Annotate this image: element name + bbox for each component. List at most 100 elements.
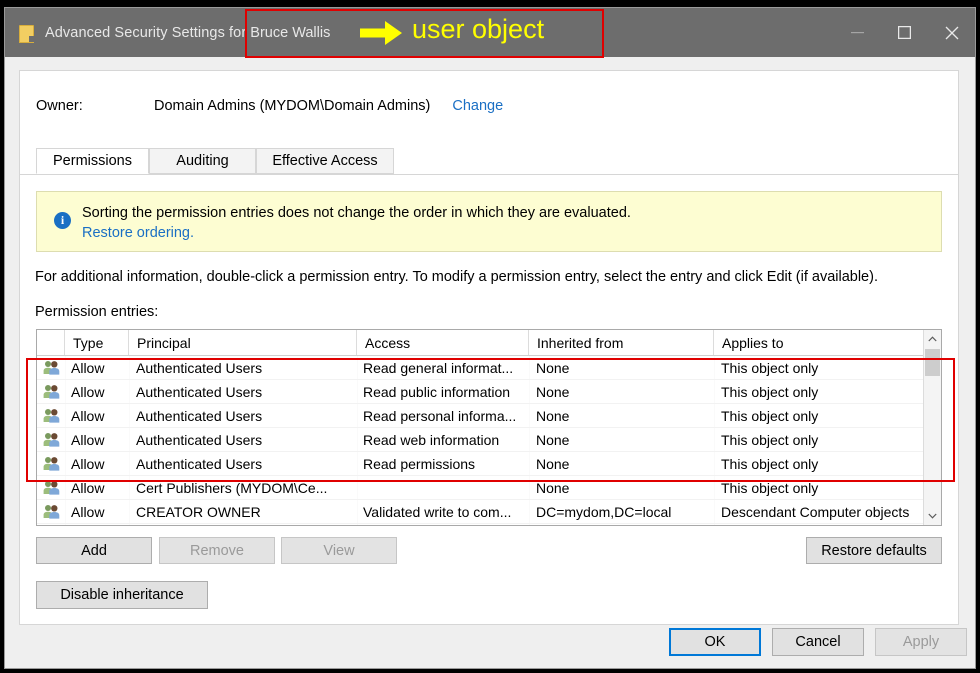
info-bar: i Sorting the permission entries does no… <box>36 191 942 252</box>
cell-principal: Authenticated Users <box>136 383 263 400</box>
window-title: Advanced Security Settings for <box>45 24 247 41</box>
content-panel: Owner: Domain Admins (MYDOM\Domain Admin… <box>19 70 959 625</box>
cell-inherited-from: None <box>536 407 570 424</box>
owner-label: Owner: <box>36 98 83 114</box>
disable-inheritance-button[interactable]: Disable inheritance <box>36 581 208 609</box>
window-controls <box>834 8 975 57</box>
tab-underline <box>20 174 958 175</box>
users-group-icon <box>43 385 60 399</box>
table-row[interactable]: Allow Authenticated Users Read public in… <box>37 380 923 404</box>
apply-button: Apply <box>875 628 967 656</box>
cell-inherited-from: None <box>536 431 570 448</box>
cell-inherited-from: None <box>536 455 570 472</box>
owner-change-link[interactable]: Change <box>452 98 503 114</box>
folder-icon <box>19 24 35 43</box>
view-button: View <box>281 537 397 564</box>
users-group-icon <box>43 505 60 519</box>
table-row[interactable]: Allow Authenticated Users Read personal … <box>37 404 923 428</box>
cell-inherited-from: None <box>536 479 570 496</box>
table-row[interactable]: Allow CREATOR OWNER Validated write to c… <box>37 500 923 524</box>
dialog-client-area: Owner: Domain Admins (MYDOM\Domain Admin… <box>5 57 975 668</box>
column-header-principal[interactable]: Principal <box>129 330 357 355</box>
cell-type: Allow <box>71 407 105 424</box>
cell-access <box>363 476 529 499</box>
cell-principal: Authenticated Users <box>136 431 263 448</box>
remove-button: Remove <box>159 537 275 564</box>
list-vertical-scrollbar[interactable] <box>923 330 941 525</box>
cell-type: Allow <box>71 359 105 376</box>
title-bar: Advanced Security Settings for Bruce Wal… <box>5 8 975 57</box>
list-header-row: Type Principal Access Inherited from App… <box>37 330 923 356</box>
cell-access: Read personal informa... <box>363 407 517 424</box>
table-row[interactable]: Allow Authenticated Users Read web infor… <box>37 428 923 452</box>
cell-principal: Cert Publishers (MYDOM\Ce... <box>136 479 328 496</box>
cell-principal: Authenticated Users <box>136 359 263 376</box>
cell-access: Read public information <box>363 383 511 400</box>
tab-permissions[interactable]: Permissions <box>36 148 149 174</box>
cell-applies-to: This object only <box>721 431 819 448</box>
cell-access: Read permissions <box>363 455 476 472</box>
column-header-icon <box>37 330 65 355</box>
cell-inherited-from: None <box>536 359 570 376</box>
info-bar-text-block: Sorting the permission entries does not … <box>82 203 631 243</box>
minimize-button[interactable] <box>834 8 881 57</box>
scrollbar-track[interactable] <box>925 376 940 507</box>
cell-applies-to: This object only <box>721 383 819 400</box>
cell-inherited-from: DC=mydom,DC=local <box>536 503 672 520</box>
users-group-icon <box>43 481 60 495</box>
cell-principal: CREATOR OWNER <box>136 503 261 520</box>
table-row[interactable]: Allow Cert Publishers (MYDOM\Ce... None … <box>37 476 923 500</box>
maximize-button[interactable] <box>881 8 928 57</box>
tab-auditing[interactable]: Auditing <box>149 148 256 174</box>
column-header-applies-to[interactable]: Applies to <box>714 330 923 355</box>
tab-effective-access[interactable]: Effective Access <box>256 148 394 174</box>
window-title-subject: Bruce Wallis <box>250 24 331 41</box>
cell-applies-to: This object only <box>721 455 819 472</box>
ok-button[interactable]: OK <box>669 628 761 656</box>
cell-applies-to: This object only <box>721 479 819 496</box>
column-header-inherited-from[interactable]: Inherited from <box>529 330 714 355</box>
users-group-icon <box>43 409 60 423</box>
info-bar-message: Sorting the permission entries does not … <box>82 205 631 221</box>
cancel-button[interactable]: Cancel <box>772 628 864 656</box>
cell-type: Allow <box>71 383 105 400</box>
screenshot-root: Advanced Security Settings for Bruce Wal… <box>0 0 980 673</box>
column-header-access[interactable]: Access <box>357 330 529 355</box>
add-button[interactable]: Add <box>36 537 152 564</box>
list-rows: Allow Authenticated Users Read general i… <box>37 356 923 525</box>
owner-row: Owner: Domain Admins (MYDOM\Domain Admin… <box>36 98 503 114</box>
cell-inherited-from: None <box>536 383 570 400</box>
close-button[interactable] <box>928 8 975 57</box>
permission-entries-list: Type Principal Access Inherited from App… <box>36 329 942 526</box>
table-row[interactable]: Allow Authenticated Users Read general i… <box>37 356 923 380</box>
cell-type: Allow <box>71 479 105 496</box>
permission-entries-label: Permission entries: <box>35 304 159 320</box>
cell-principal: Authenticated Users <box>136 455 263 472</box>
instructions-text: For additional information, double-click… <box>35 269 878 285</box>
advanced-security-settings-dialog: Advanced Security Settings for Bruce Wal… <box>4 7 976 669</box>
cell-access: Read general informat... <box>363 359 514 376</box>
restore-ordering-link[interactable]: Restore ordering. <box>82 223 631 243</box>
scrollbar-thumb[interactable] <box>925 349 940 376</box>
restore-defaults-button[interactable]: Restore defaults <box>806 537 942 564</box>
cell-principal: Authenticated Users <box>136 407 263 424</box>
tab-strip: Permissions Auditing Effective Access <box>20 148 958 175</box>
users-group-icon <box>43 433 60 447</box>
cell-access: Read web information <box>363 431 500 448</box>
dialog-footer: OK Cancel Apply <box>5 625 975 668</box>
cell-type: Allow <box>71 431 105 448</box>
users-group-icon <box>43 361 60 375</box>
cell-type: Allow <box>71 503 105 520</box>
cell-applies-to: This object only <box>721 407 819 424</box>
cell-applies-to: Descendant Computer objects <box>721 503 910 520</box>
owner-value: Domain Admins (MYDOM\Domain Admins) <box>154 98 431 114</box>
users-group-icon <box>43 457 60 471</box>
chevron-up-icon[interactable] <box>924 330 941 348</box>
cell-applies-to: This object only <box>721 359 819 376</box>
chevron-down-icon[interactable] <box>924 507 941 525</box>
cell-type: Allow <box>71 455 105 472</box>
cell-access: Validated write to com... <box>363 503 512 520</box>
table-row[interactable]: Allow Authenticated Users Read permissio… <box>37 452 923 476</box>
column-header-type[interactable]: Type <box>65 330 129 355</box>
info-icon: i <box>54 212 71 229</box>
